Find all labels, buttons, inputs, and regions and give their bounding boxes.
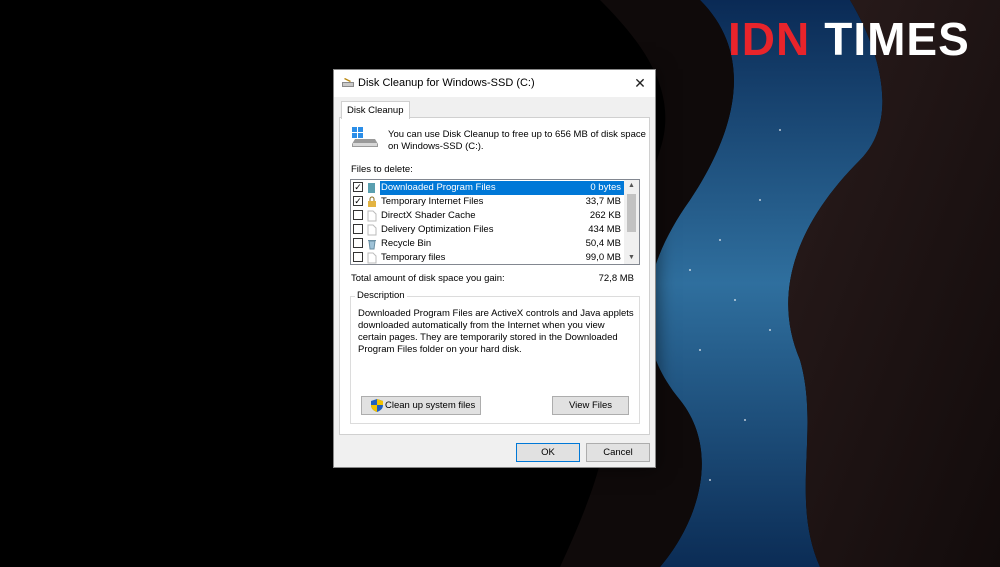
- list-item[interactable]: Recycle Bin 50,4 MB: [351, 237, 625, 251]
- recycle-bin-icon: [368, 240, 376, 250]
- scroll-thumb[interactable]: [627, 194, 636, 232]
- folder-icon: [368, 183, 375, 193]
- window-title: Disk Cleanup for Windows-SSD (C:): [358, 77, 535, 89]
- file-size: 50,4 MB: [585, 238, 621, 249]
- list-item[interactable]: Delivery Optimization Files 434 MB: [351, 223, 625, 237]
- file-size: 33,7 MB: [585, 196, 621, 207]
- files-to-delete-list[interactable]: ✓ Downloaded Program Files 0 bytes ✓ Tem…: [350, 179, 640, 265]
- clean-up-system-files-label: Clean up system files: [385, 400, 476, 411]
- idn-times-logo: IDN TIMES: [728, 14, 970, 64]
- list-item[interactable]: ✓ Temporary Internet Files 33,7 MB: [351, 195, 625, 209]
- total-gain-value: 72,8 MB: [598, 273, 634, 284]
- title-bar[interactable]: Disk Cleanup for Windows-SSD (C:) ✕: [334, 70, 655, 97]
- file-icon: [367, 224, 377, 236]
- file-checkbox[interactable]: [353, 210, 363, 220]
- file-checkbox[interactable]: ✓: [353, 182, 363, 192]
- file-icon: [367, 210, 377, 222]
- drive-icon: [352, 127, 378, 147]
- uac-shield-icon: [371, 399, 383, 412]
- file-name: Temporary files: [381, 252, 446, 263]
- clean-up-system-files-button[interactable]: Clean up system files: [361, 396, 481, 415]
- scroll-up-icon[interactable]: ▲: [624, 180, 639, 192]
- close-button[interactable]: ✕: [625, 70, 655, 97]
- intro-text: You can use Disk Cleanup to free up to 6…: [388, 129, 646, 152]
- description-legend: Description: [355, 290, 407, 301]
- close-icon: ✕: [634, 75, 646, 91]
- file-checkbox[interactable]: [353, 252, 363, 262]
- file-icon: [367, 252, 377, 264]
- cancel-button[interactable]: Cancel: [586, 443, 650, 462]
- file-size: 434 MB: [588, 224, 621, 235]
- description-text: Downloaded Program Files are ActiveX con…: [358, 308, 634, 355]
- list-item[interactable]: ✓ Downloaded Program Files 0 bytes: [351, 181, 625, 195]
- file-size: 262 KB: [589, 210, 621, 221]
- file-name: Delivery Optimization Files: [381, 224, 494, 235]
- file-size: 99,0 MB: [585, 252, 621, 263]
- list-scrollbar[interactable]: ▲ ▼: [624, 180, 639, 264]
- disk-cleanup-icon: [342, 78, 354, 87]
- file-size: 0 bytes: [590, 182, 621, 193]
- list-item[interactable]: Temporary files 99,0 MB: [351, 251, 625, 264]
- file-name: Downloaded Program Files: [381, 182, 496, 193]
- file-checkbox[interactable]: [353, 238, 363, 248]
- ok-button[interactable]: OK: [516, 443, 580, 462]
- file-name: Recycle Bin: [381, 238, 432, 249]
- files-to-delete-label: Files to delete:: [351, 164, 413, 175]
- file-name: DirectX Shader Cache: [381, 210, 476, 221]
- file-checkbox[interactable]: ✓: [353, 196, 363, 206]
- brand-times: TIMES: [824, 13, 970, 65]
- lock-icon: [368, 196, 376, 207]
- tab-disk-cleanup[interactable]: Disk Cleanup: [341, 101, 410, 119]
- view-files-button[interactable]: View Files: [552, 396, 629, 415]
- disk-cleanup-dialog: Disk Cleanup for Windows-SSD (C:) ✕ Disk…: [333, 69, 656, 468]
- total-gain-label: Total amount of disk space you gain:: [351, 273, 505, 284]
- brand-idn: IDN: [728, 13, 811, 65]
- file-name: Temporary Internet Files: [381, 196, 484, 207]
- file-checkbox[interactable]: [353, 224, 363, 234]
- list-item[interactable]: DirectX Shader Cache 262 KB: [351, 209, 625, 223]
- description-group: Description Downloaded Program Files are…: [350, 290, 640, 424]
- scroll-down-icon[interactable]: ▼: [624, 252, 639, 264]
- disk-cleanup-panel: You can use Disk Cleanup to free up to 6…: [339, 117, 650, 435]
